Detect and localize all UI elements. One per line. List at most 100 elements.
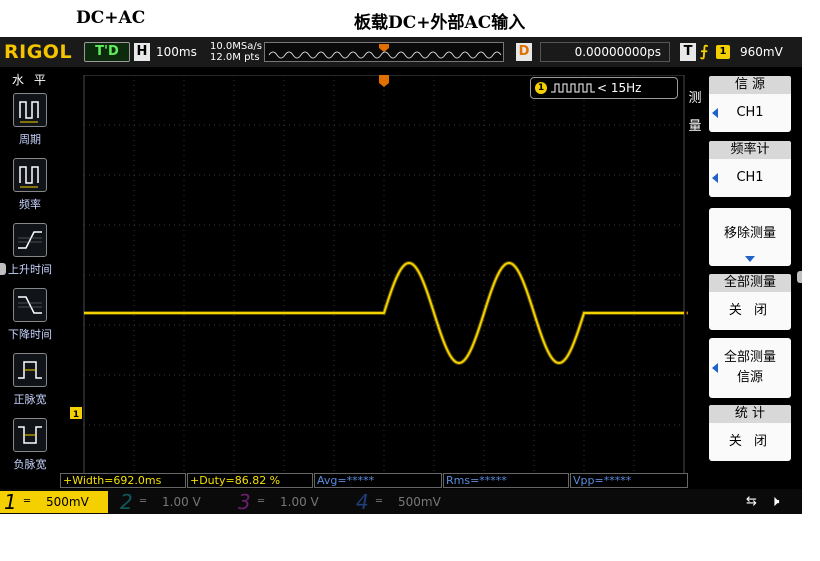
menu-item-rise-time[interactable]: 上升时间 [3,223,57,285]
fall-time-icon [13,288,47,322]
channel-4-tab[interactable]: 4 ═ 500mV [352,491,460,513]
usb-icon: ⇆ [746,494,757,509]
caption-left: DC+AC [76,8,146,28]
period-icon [13,93,47,127]
memory-trigger-marker-icon [379,44,389,52]
all-measure-heading: 全部测量 [709,274,791,292]
right-measure-panel: 测 量 信 源 CH1 频率计 CH1 移除测量 全部测量 关 闭 全部测量 信… [683,75,802,503]
statistics-toggle[interactable]: 关 闭 [709,423,791,461]
trigger-source-badge[interactable]: 1 [716,45,730,59]
ch1-ground-marker-label: 1 [73,410,79,420]
remove-measure-button[interactable]: 移除测量 [709,208,791,266]
sample-info: 10.0MSa/s 12.0M pts [210,41,262,63]
trigger-level-value[interactable]: 960mV [740,45,783,59]
channel-2-tab[interactable]: 2 ═ 1.00 V [116,491,224,513]
channel-2-coupling-icon: ═ [140,496,147,507]
counter-heading: 频率计 [709,141,791,159]
waveform-canvas: 1T [70,75,688,475]
counter-select[interactable]: CH1 [709,159,791,197]
statistics-heading: 统 计 [709,405,791,423]
all-measure-value: 关 闭 [728,303,772,318]
oscilloscope-screen: RIGOL T'D H 100ms 10.0MSa/s 12.0M pts D … [0,37,802,514]
memory-overview-bar[interactable] [264,42,504,62]
source-left-arrow-icon [712,108,718,118]
counter-left-arrow-icon [712,173,718,183]
menu-item-period[interactable]: 周期 [3,93,57,155]
timebase-value[interactable]: 100ms [156,45,197,59]
measure-positive-width[interactable]: +Width=692.0ms [60,473,186,488]
channel-3-scale: 1.00 V [280,495,319,509]
menu-label-frequency: 频率 [19,198,41,211]
horizontal-label: H [134,43,150,61]
memory-depth: 12.0M pts [210,52,260,63]
counter-value: CH1 [736,170,764,185]
run-state-badge[interactable]: T'D [84,42,130,62]
measure-side-char-1: 测 [688,91,702,106]
channel-2-number: 2 [120,490,133,514]
measurement-strip: +Width=692.0ms +Duty=86.82 % Avg=***** R… [60,473,688,488]
all-measure-source-line-2: 信源 [736,370,763,385]
measure-positive-duty[interactable]: +Duty=86.82 % [187,473,313,488]
channel-4-coupling-icon: ═ [376,496,383,507]
top-status-bar: RIGOL T'D H 100ms 10.0MSa/s 12.0M pts D … [0,37,802,67]
menu-label-rise-time: 上升时间 [8,263,52,276]
measure-side-label: 测 量 [688,85,702,141]
menu-label-positive-width: 正脉宽 [13,393,47,406]
square-wave-icon [551,83,595,93]
measure-rms[interactable]: Rms=***** [443,473,569,488]
ch1-waveform [84,261,684,365]
menu-item-fall-time[interactable]: 下降时间 [3,288,57,350]
frequency-icon [13,158,47,192]
negative-width-icon [13,418,47,452]
left-measure-menu: 水 平 周期 频率 上升时间 下降时间 正脉宽 负脉宽 [0,67,60,482]
menu-label-period: 周期 [19,133,41,146]
channel-1-scale: 500mV [46,495,89,509]
menu-label-negative-width: 负脉宽 [13,458,47,471]
freq-counter-channel-badge: 1 [535,82,547,94]
waveform-grid[interactable]: 1T [60,75,688,503]
delay-value[interactable]: 0.00000000ps [540,42,670,62]
source-value: CH1 [736,105,764,120]
positive-width-icon [13,353,47,387]
measure-side-char-2: 量 [688,119,702,134]
channel-3-tab[interactable]: 3 ═ 1.00 V [234,491,342,513]
menu-item-frequency[interactable]: 频率 [3,158,57,220]
right-panel-scroll-handle[interactable] [797,271,802,283]
rising-edge-icon: ⨍ [700,42,709,60]
sample-rate: 10.0MSa/s [210,41,262,52]
delay-label: D [516,43,532,61]
trigger-label: T [680,43,696,61]
rise-time-icon [13,223,47,257]
memory-overview-waveform [268,44,502,59]
channel-1-coupling-icon: ═ [24,496,31,507]
channel-3-coupling-icon: ═ [258,496,265,507]
trigger-position-marker-icon[interactable] [379,75,389,87]
measure-vpp[interactable]: Vpp=***** [570,473,688,488]
frequency-counter-badge: 1 < 15Hz [530,77,678,99]
all-measure-source-line-1: 全部测量 [723,350,776,365]
memory-wave-path [268,51,502,59]
channel-1-number: 1 [4,490,17,514]
remove-measure-label: 移除测量 [723,226,776,241]
remove-measure-down-arrow-icon [745,256,755,262]
source-heading: 信 源 [709,76,791,94]
caption-center: 板载DC+外部AC输入 [354,13,526,33]
all-measure-toggle[interactable]: 关 闭 [709,292,791,330]
statistics-value: 关 闭 [728,434,772,449]
menu-item-positive-width[interactable]: 正脉宽 [3,353,57,415]
left-menu-title: 水 平 [12,73,49,87]
left-menu-scroll-handle[interactable] [0,263,6,275]
channel-3-number: 3 [238,490,251,514]
channel-1-tab[interactable]: 1 ═ 500mV [0,491,108,513]
source-select[interactable]: CH1 [709,94,791,132]
menu-item-negative-width[interactable]: 负脉宽 [3,418,57,480]
channel-4-scale: 500mV [398,495,441,509]
speaker-icon[interactable]: 🕨 [770,492,779,510]
all-measure-source-button[interactable]: 全部测量 信源 [709,338,791,398]
channel-4-number: 4 [356,490,369,514]
menu-label-fall-time: 下降时间 [8,328,52,341]
channel-2-scale: 1.00 V [162,495,201,509]
measure-average[interactable]: Avg=***** [314,473,442,488]
brand-logo: RIGOL [4,41,73,63]
channel-bar: 1 ═ 500mV 2 ═ 1.00 V 3 ═ 1.00 V 4 ═ 500m… [0,489,802,514]
